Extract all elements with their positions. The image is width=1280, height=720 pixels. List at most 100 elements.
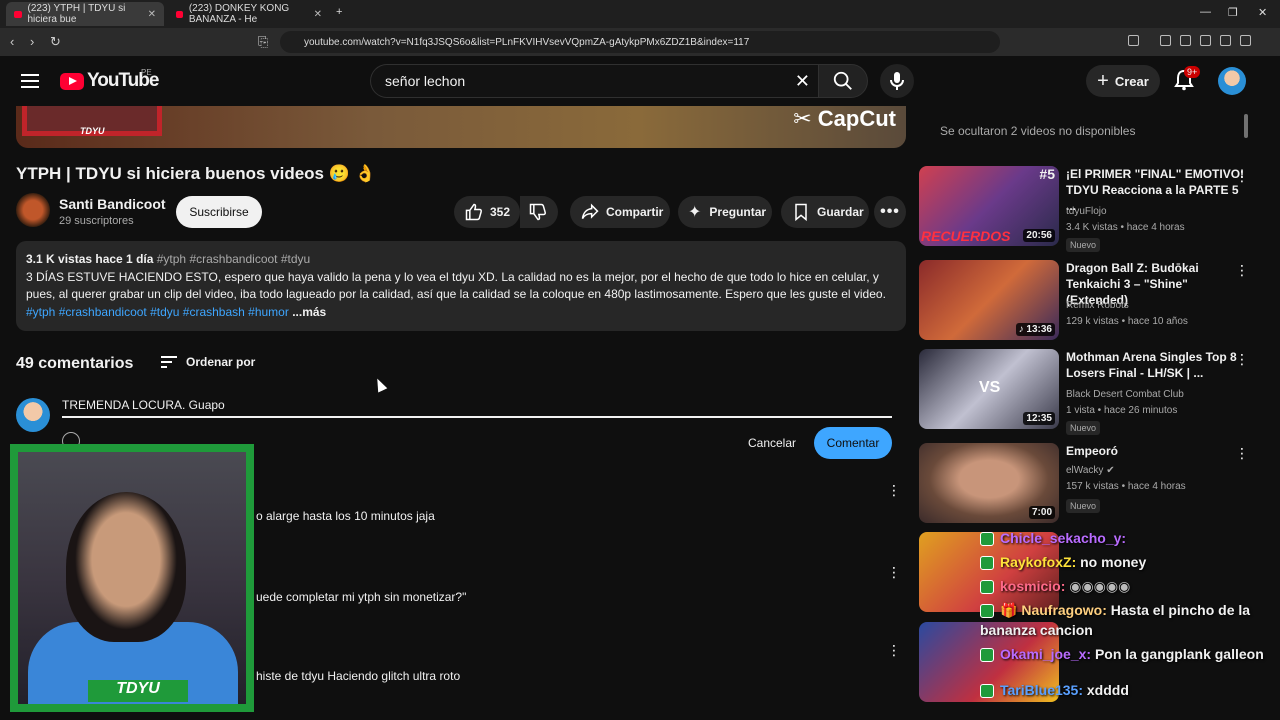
country-code: PE [141,68,152,77]
notifications-badge: 9+ [1184,66,1201,78]
close-window-icon[interactable]: ✕ [1258,6,1267,19]
thumbs-down-icon [529,203,546,221]
chat-user: TariBlue135: [1000,682,1083,698]
chat-message: kosmicio: ◉◉◉◉◉ [980,576,1270,596]
thumb-rank: #5 [1039,166,1055,182]
video-title: YTPH | TDYU si hiciera buenos videos 🥲 👌 [16,164,376,183]
extension-icon[interactable] [1220,35,1231,46]
create-button[interactable]: + Crear [1086,65,1160,97]
account-avatar[interactable] [1218,67,1246,95]
video-meta: 157 k vistas • hace 4 horas [1066,481,1186,492]
chat-message: Okami_joe_x: Pon la gangplank galleon [980,644,1270,664]
sort-label: Ordenar por [186,355,256,369]
related-video[interactable]: VS 12:35 Mothman Arena Singles Top 8 Los… [919,349,1259,435]
related-video[interactable]: #5 RECUERDOS 20:56 ¡El PRIMER "FINAL" EM… [919,166,1259,252]
cancel-button[interactable]: Cancelar [740,428,804,458]
channel-name[interactable]: Santi Bandicoot [59,196,166,212]
bookmark-icon[interactable]: ⎘ [258,34,268,50]
share-icon [581,203,599,220]
clear-search-icon[interactable]: ✕ [795,71,810,92]
extension-icon[interactable] [1200,35,1211,46]
close-tab-icon[interactable]: ✕ [314,9,322,20]
extension-icon[interactable] [1128,35,1139,46]
url-text: youtube.com/watch?v=N1fq3JSQS6o&list=PLn… [304,36,750,48]
mouse-cursor-icon [372,376,388,393]
thumbs-up-icon [465,203,482,221]
streamer-face [66,492,186,642]
tab-active[interactable]: (223) YTPH | TDYU si hiciera bue ✕ [6,2,164,26]
related-video[interactable]: ♪ 13:36 Dragon Ball Z: Budōkai Tenkaichi… [919,260,1259,344]
description-hashtag[interactable]: #ytph [26,305,55,319]
share-button[interactable]: Compartir [570,196,670,228]
minimize-icon[interactable]: — [1200,6,1211,18]
voice-search-button[interactable] [880,64,914,98]
comment-menu-icon[interactable]: ⋮ [887,483,901,497]
new-tab-icon[interactable]: + [336,6,342,18]
video-title: Empeoró [1066,444,1119,458]
search-input[interactable]: señor lechon ✕ [370,64,818,98]
related-video[interactable]: 7:00 Empeoró elWacky ✔ 157 k vistas • ha… [919,443,1259,527]
youtube-logo[interactable]: YouTube PE [60,68,159,92]
chat-text: no money [1080,554,1147,570]
extension-icon[interactable] [1160,35,1171,46]
like-count: 352 [490,205,511,219]
search-button[interactable] [818,64,868,98]
sidebar-scrollbar[interactable] [1244,114,1248,138]
streamer-name-tag: TDYU [88,680,188,702]
forward-icon[interactable]: › [30,34,34,49]
reload-icon[interactable]: ↻ [50,34,61,50]
microphone-icon [890,72,904,90]
video-meta: 129 k vistas • hace 10 años [1066,316,1188,327]
save-button[interactable]: Guardar [781,196,869,228]
sparkle-icon: ✦ [688,204,702,221]
show-more-link[interactable]: ...más [292,305,326,319]
youtube-favicon-icon [14,10,22,18]
tab-label: (223) DONKEY KONG BANANZA - He [188,3,290,25]
video-menu-icon[interactable]: ⋮ [1235,168,1249,185]
video-channel: elWacky ✔ [1066,465,1115,476]
comment-menu-icon[interactable]: ⋮ [887,565,901,579]
video-title: Mothman Arena Singles Top 8 Losers Final… [1066,350,1237,380]
chat-message: 🎁 Naufragowo: Hasta el pincho de la bana… [980,600,1270,640]
channel-avatar[interactable] [16,193,50,227]
save-label: Guardar [817,205,864,219]
more-actions-button[interactable]: ••• [874,196,906,228]
chat-user: Chicle_sekacho_y: [1000,530,1127,546]
video-meta: 1 vista • hace 26 minutos [1066,405,1178,416]
view-count-date: 3.1 K vistas hace 1 día [26,252,154,266]
video-menu-icon[interactable]: ⋮ [1235,351,1249,368]
new-badge: Nuevo [1066,421,1101,435]
extension-icon[interactable] [1180,35,1191,46]
youtube-header: YouTube PE señor lechon ✕ + Crear 9+ [0,56,1280,106]
comment-submit-button[interactable]: Comentar [814,427,892,459]
like-button[interactable]: 352 [454,196,520,228]
maximize-icon[interactable]: ❐ [1228,6,1238,19]
player-watermark: TDYU [80,126,105,136]
tab-inactive[interactable]: (223) DONKEY KONG BANANZA - He ✕ [168,2,330,26]
description-hashtags[interactable]: #crashbandicoot #tdyu #crashbash #humor [59,305,289,319]
gift-icon: 🎁 [1000,602,1018,618]
hidden-videos-note: Se ocultaron 2 videos no disponibles [940,124,1136,138]
video-menu-icon[interactable]: ⋮ [1235,262,1249,279]
comment-input[interactable]: TREMENDA LOCURA. Guapo [62,398,892,418]
close-tab-icon[interactable]: ✕ [148,9,156,20]
youtube-favicon-icon [176,10,183,18]
description-box[interactable]: 3.1 K vistas hace 1 día #ytph #crashband… [16,241,906,331]
sort-comments-button[interactable]: Ordenar por [160,354,255,370]
address-field[interactable]: youtube.com/watch?v=N1fq3JSQS6o&list=PLn… [280,31,1000,53]
subscribe-button[interactable]: Suscribirse [176,196,262,228]
search-value: señor lechon [385,73,466,89]
video-thumbnail: #5 RECUERDOS 20:56 [919,166,1059,246]
ask-button[interactable]: ✦ Preguntar [678,196,772,228]
dislike-button[interactable] [520,196,558,228]
menu-icon[interactable] [21,74,39,92]
comment-menu-icon[interactable]: ⋮ [887,643,901,657]
back-icon[interactable]: ‹ [10,34,14,49]
video-menu-icon[interactable]: ⋮ [1235,445,1249,462]
description-hashtags-top[interactable]: #ytph #crashbandicoot #tdyu [157,252,310,266]
bookmark-save-icon [795,203,807,222]
video-player[interactable]: TDYU ✂ CapCut [16,106,906,148]
extension-icon[interactable] [1240,35,1251,46]
chat-user: Naufragowo: [1021,602,1107,618]
chat-badge-icon [980,684,994,699]
